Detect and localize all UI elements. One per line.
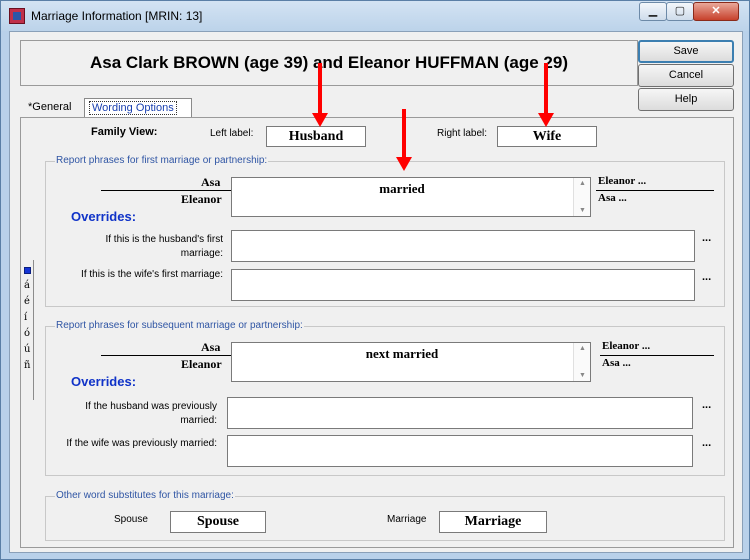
other-substitutes-legend: Other word substitutes for this marriage…: [55, 490, 235, 502]
title-bar[interactable]: Marriage Information [MRIN: 13] ▁ ▢ ✕: [1, 1, 749, 31]
scroll-up-icon[interactable]: ▲: [579, 345, 586, 352]
tab-general[interactable]: *General: [24, 98, 78, 118]
left-label-caption: Left label:: [210, 128, 254, 139]
wording-options-panel: Family View: Left label: Husband Right l…: [20, 117, 734, 548]
subsequent-right-divider: [600, 355, 714, 356]
help-button[interactable]: Help: [638, 88, 734, 111]
right-label-caption: Right label:: [437, 128, 488, 139]
marriage-input[interactable]: Marriage: [439, 511, 547, 533]
subsequent-left-divider: [101, 355, 231, 356]
annotation-arrow-phrase: [402, 109, 406, 159]
wife-first-marriage-input[interactable]: [231, 269, 695, 301]
husband-previously-married-label: If the husband was previously married:: [85, 401, 217, 426]
right-label-input[interactable]: Wife: [497, 126, 597, 147]
maximize-button[interactable]: ▢: [666, 2, 694, 21]
special-characters-bar: á é í ó ú ñ: [22, 260, 34, 400]
first-marriage-group: Report phrases for first marriage or par…: [45, 155, 725, 307]
char-a-acute[interactable]: á: [24, 280, 30, 291]
husband-first-marriage-input[interactable]: [231, 230, 695, 262]
annotation-arrowhead-right-label: [538, 113, 554, 127]
husband-previously-more-button[interactable]: ...: [702, 399, 711, 411]
left-label-input[interactable]: Husband: [266, 126, 366, 147]
first-right-bottom-name: Asa ...: [598, 192, 627, 204]
husband-first-marriage-label: If this is the husband's first marriage:: [105, 234, 223, 259]
dialog-client: Asa Clark BROWN (age 39) and Eleanor HUF…: [9, 31, 743, 553]
spouse-input[interactable]: Spouse: [170, 511, 266, 533]
subsequent-marriage-group: Report phrases for subsequent marriage o…: [45, 320, 725, 476]
first-overrides-heading: Overrides:: [71, 209, 137, 224]
close-button[interactable]: ✕: [693, 2, 739, 21]
first-marriage-phrase-text: married: [379, 181, 425, 196]
scroll-down-icon[interactable]: ▼: [579, 372, 586, 379]
subsequent-marriage-phrase-input[interactable]: next married ▲ ▼: [231, 342, 591, 382]
first-left-top-name: Asa: [201, 175, 221, 189]
annotation-arrowhead-phrase: [396, 157, 412, 171]
subsequent-overrides-heading: Overrides:: [71, 374, 137, 389]
wife-previously-more-button[interactable]: ...: [702, 437, 711, 449]
marriage-information-window: Marriage Information [MRIN: 13] ▁ ▢ ✕ As…: [0, 0, 750, 560]
first-phrase-scrollbar[interactable]: ▲ ▼: [573, 178, 590, 216]
first-marriage-phrase-input[interactable]: married ▲ ▼: [231, 177, 591, 217]
family-view-label: Family View:: [91, 126, 158, 138]
tab-wording-options-label: Wording Options: [89, 101, 177, 115]
window-title: Marriage Information [MRIN: 13]: [31, 9, 203, 23]
char-i-acute[interactable]: í: [24, 312, 27, 323]
subsequent-right-top-name: Eleanor ...: [602, 340, 651, 352]
scroll-down-icon[interactable]: ▼: [579, 207, 586, 214]
husband-previously-married-input[interactable]: [227, 397, 693, 429]
annotation-arrow-left-label: [318, 63, 322, 115]
first-marriage-legend: Report phrases for first marriage or par…: [55, 155, 269, 167]
first-left-divider: [101, 190, 231, 191]
cancel-button[interactable]: Cancel: [638, 64, 734, 87]
subsequent-marriage-legend: Report phrases for subsequent marriage o…: [55, 320, 304, 332]
char-e-acute[interactable]: é: [24, 296, 30, 307]
husband-first-more-button[interactable]: ...: [702, 232, 711, 244]
subsequent-left-top-name: Asa: [201, 340, 221, 354]
subsequent-phrase-scrollbar[interactable]: ▲ ▼: [573, 343, 590, 381]
wife-previously-married-input[interactable]: [227, 435, 693, 467]
annotation-arrow-right-label: [544, 63, 548, 115]
char-n-tilde[interactable]: ñ: [24, 360, 30, 371]
wife-first-more-button[interactable]: ...: [702, 271, 711, 283]
first-right-divider: [596, 190, 714, 191]
spouse-label: Spouse: [114, 514, 148, 525]
subsequent-right-bottom-name: Asa ...: [602, 357, 631, 369]
other-substitutes-group: Other word substitutes for this marriage…: [45, 490, 725, 541]
subsequent-left-bottom-name: Eleanor: [181, 357, 222, 371]
wife-previously-married-label: If the wife was previously married:: [66, 438, 217, 449]
char-u-acute[interactable]: ú: [24, 344, 30, 355]
save-button[interactable]: Save: [638, 40, 734, 63]
first-right-top-name: Eleanor ...: [598, 175, 647, 187]
first-left-bottom-name: Eleanor: [181, 192, 222, 206]
tab-wording-options[interactable]: Wording Options: [84, 98, 192, 118]
annotation-arrowhead-left-label: [312, 113, 328, 127]
scroll-up-icon[interactable]: ▲: [579, 180, 586, 187]
subsequent-marriage-phrase-text: next married: [365, 346, 439, 361]
special-characters-toggle-icon[interactable]: [24, 267, 31, 274]
marriage-label: Marriage: [387, 514, 427, 525]
wife-first-marriage-label: If this is the wife's first marriage:: [81, 269, 223, 280]
app-icon: [9, 8, 25, 24]
minimize-button[interactable]: ▁: [639, 2, 667, 21]
char-o-acute[interactable]: ó: [24, 328, 30, 339]
